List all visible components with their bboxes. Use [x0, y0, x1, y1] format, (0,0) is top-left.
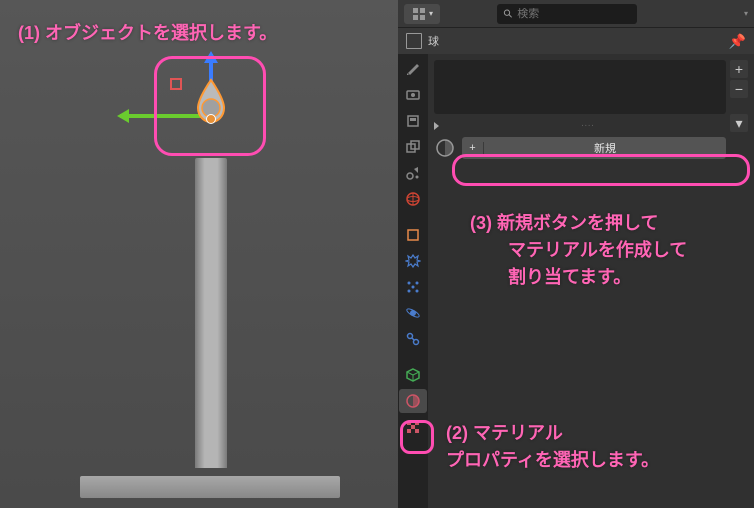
annotation-step1: (1) オブジェクトを選択します。: [18, 20, 277, 47]
tab-modifier-icon[interactable]: [399, 249, 427, 273]
tab-viewlayer-icon[interactable]: [399, 135, 427, 159]
material-slot-list[interactable]: + − ▾: [434, 60, 726, 114]
search-icon: [503, 8, 514, 20]
chevron-down-icon: ▾: [429, 9, 433, 18]
search-input[interactable]: [517, 8, 630, 20]
triangle-icon: [434, 122, 443, 130]
tab-material-icon[interactable]: [399, 389, 427, 413]
tab-render-icon[interactable]: [399, 83, 427, 107]
cylinder-mesh: [195, 158, 227, 468]
add-slot-button[interactable]: +: [730, 60, 748, 78]
expand-row[interactable]: ····: [434, 120, 726, 131]
tab-data-icon[interactable]: [399, 363, 427, 387]
search-box[interactable]: [497, 4, 637, 24]
slot-menu-button[interactable]: ▾: [730, 114, 748, 132]
pin-icon[interactable]: 📌: [729, 33, 746, 50]
tab-output-icon[interactable]: [399, 109, 427, 133]
tab-world-icon[interactable]: [399, 187, 427, 211]
dots-label: ····: [449, 120, 726, 131]
tab-texture-icon[interactable]: [399, 415, 427, 439]
viewport-3d[interactable]: (1) オブジェクトを選択します。: [0, 0, 398, 508]
tab-tool-icon[interactable]: [399, 57, 427, 81]
gizmo-plane-handle[interactable]: [170, 78, 182, 90]
remove-slot-button[interactable]: −: [730, 80, 748, 98]
tab-object-icon[interactable]: [399, 223, 427, 247]
tab-particle-icon[interactable]: [399, 275, 427, 299]
gizmo-origin[interactable]: [206, 114, 216, 124]
panel-top-bar: ▾ ▾: [398, 0, 754, 28]
annotation-step2: (2) マテリアル プロパティを選択します。: [446, 420, 659, 474]
object-header-row: 球 📌: [398, 28, 754, 54]
new-material-button[interactable]: + 新規: [462, 137, 726, 159]
plus-icon: +: [462, 142, 484, 154]
base-plate-mesh: [80, 476, 340, 498]
object-data-icon: [406, 33, 422, 49]
properties-tab-column: [398, 54, 428, 508]
annotation-step3: (3) 新規ボタンを押して マテリアルを作成して 割り当てます。: [470, 210, 687, 291]
tab-physics-icon[interactable]: [399, 301, 427, 325]
material-preview-icon: [434, 137, 456, 159]
tab-scene-icon[interactable]: [399, 161, 427, 185]
object-name-label: 球: [428, 33, 439, 49]
chevron-down-icon[interactable]: ▾: [744, 9, 748, 18]
new-material-label: 新規: [484, 140, 726, 156]
editor-type-selector[interactable]: ▾: [404, 4, 440, 24]
properties-panel: ▾ ▾ 球 📌 + − ▾: [398, 0, 754, 508]
tab-constraint-icon[interactable]: [399, 327, 427, 351]
